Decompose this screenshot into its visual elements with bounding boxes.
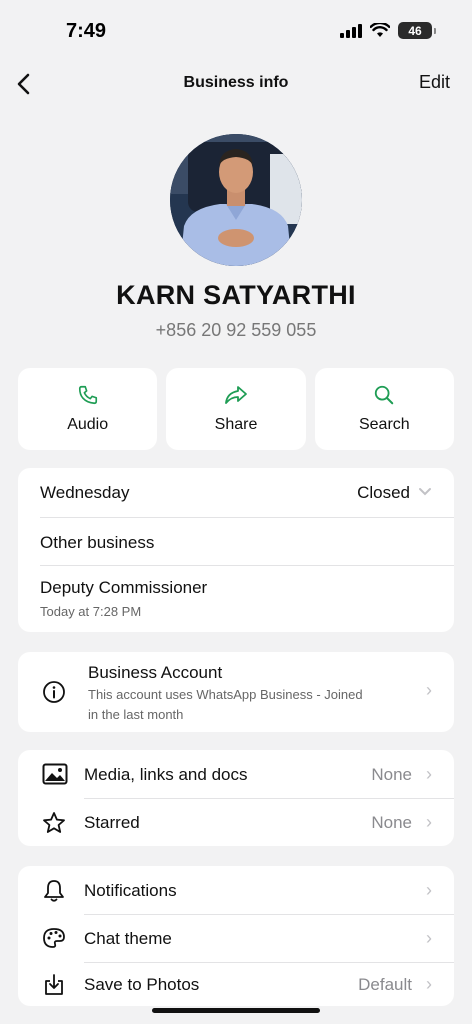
chevron-right-icon: › [426,680,432,700]
business-account-title: Business Account [88,663,223,682]
chat-theme-label: Chat theme [84,929,172,948]
wifi-icon [370,23,390,37]
chevron-right-icon: › [426,928,432,948]
hours-status: Closed [357,483,410,502]
profile-photo [170,134,302,266]
media-label: Media, links and docs [84,765,248,784]
business-account-desc-1: This account uses WhatsApp Business - Jo… [88,687,363,702]
share-icon [225,386,247,404]
status-bar: 7:49 46 [0,0,472,62]
status-time: 7:49 [66,20,107,42]
profile-phone: +856 20 92 559 055 [155,320,317,340]
phone-icon [78,385,97,405]
search-icon [375,385,394,405]
info-icon [43,681,65,703]
hours-day: Wednesday [40,483,130,502]
settings-card: Notifications › Chat theme › Save to Pho… [18,866,454,1006]
profile-name: KARN SATYARTHI [116,280,356,310]
page-title: Business info [183,74,289,91]
photo-icon [42,763,68,785]
about-row: Deputy Commissioner Today at 7:28 PM [18,566,454,632]
palette-icon [43,928,65,948]
about-time: Today at 7:28 PM [40,604,142,619]
save-to-photos-row[interactable]: Save to Photos Default › [18,962,454,1006]
starred-row[interactable]: Starred None › [18,798,454,846]
starred-value: None [371,813,412,832]
chevron-right-icon: › [426,812,432,832]
home-indicator[interactable] [152,1008,320,1013]
bell-icon [44,880,64,902]
search-button[interactable]: Search [314,368,454,450]
chevron-right-icon: › [426,880,432,900]
chevron-down-icon [419,488,431,496]
chat-theme-row[interactable]: Chat theme › [18,914,454,962]
notifications-row[interactable]: Notifications › [18,866,454,914]
chevron-right-icon: › [426,764,432,784]
save-to-photos-label: Save to Photos [84,975,200,994]
audio-button[interactable]: Audio [18,368,158,450]
share-button[interactable]: Share [166,368,306,450]
battery-indicator: 46 [398,22,436,39]
business-hours-row[interactable]: Wednesday Closed [18,468,454,518]
save-to-photos-value: Default [358,975,412,994]
media-card: Media, links and docs None › Starred Non… [18,750,454,846]
edit-button[interactable]: Edit [419,72,450,93]
chevron-right-icon: › [426,974,432,994]
about-text: Deputy Commissioner [40,578,208,597]
starred-label: Starred [84,813,140,832]
media-value: None [371,765,412,784]
audio-label: Audio [67,416,109,433]
notifications-label: Notifications [84,881,177,900]
action-buttons: Audio Share Search [18,368,454,450]
share-label: Share [214,416,258,433]
star-icon [43,812,65,833]
media-row[interactable]: Media, links and docs None › [18,750,454,798]
category-row: Other business [18,518,454,566]
search-label: Search [358,416,410,433]
business-category: Other business [40,533,155,552]
status-icons: 46 [340,22,436,39]
avatar[interactable] [170,134,302,266]
nav-bar: Business info Edit [0,62,472,106]
business-account-card[interactable]: Business Account This account uses Whats… [18,652,454,732]
business-info-card: Wednesday Closed Other business Deputy C… [18,468,454,632]
download-icon [45,974,63,995]
signal-icon [340,23,362,38]
business-account-desc-2: in the last month [88,707,184,722]
